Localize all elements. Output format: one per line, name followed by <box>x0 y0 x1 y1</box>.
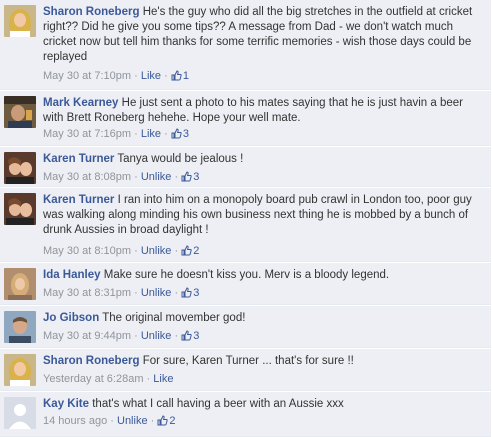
like-button[interactable]: Like <box>141 70 161 82</box>
like-button[interactable]: Like <box>153 373 173 385</box>
thumbs-up-icon <box>181 171 193 183</box>
like-count[interactable]: 3 <box>171 128 189 140</box>
comment-item: Sharon Roneberg He's the guy who did all… <box>0 0 491 90</box>
comment-item: Karen Turner Tanya would be jealous ! May… <box>0 147 491 187</box>
avatar[interactable] <box>4 268 36 300</box>
avatar[interactable] <box>4 193 36 225</box>
comment-item: Jo Gibson The original movember god! May … <box>0 306 491 348</box>
comment-meta: May 30 at 7:10pm · Like · 1 <box>43 69 189 83</box>
comment-timestamp[interactable]: 14 hours ago <box>43 415 107 427</box>
comment-meta: May 30 at 8:31pm · Unlike · 3 <box>43 286 199 300</box>
separator-dot: · <box>131 330 141 342</box>
separator-dot: · <box>171 245 182 257</box>
unlike-button[interactable]: Unlike <box>117 415 148 427</box>
thumbs-up-icon <box>171 128 183 140</box>
comment-timestamp[interactable]: Yesterday at 6:28am <box>43 373 144 385</box>
separator-dot: · <box>131 245 141 257</box>
avatar[interactable] <box>4 397 36 429</box>
like-count[interactable]: 2 <box>157 415 175 427</box>
thumbs-up-icon <box>181 245 193 257</box>
comment-meta: May 30 at 8:08pm · Unlike · 3 <box>43 170 199 184</box>
comment-item: Karen Turner I ran into him on a monopol… <box>0 188 491 262</box>
comment-text: Tanya would be jealous ! <box>117 153 244 165</box>
comment-meta: May 30 at 7:16pm · Like · 3 <box>43 127 189 141</box>
comment-text: The original movember god! <box>102 312 246 324</box>
comment-timestamp[interactable]: May 30 at 8:08pm <box>43 171 131 183</box>
comment-text: For sure, Karen Turner ... that's for su… <box>142 355 354 367</box>
comment-timestamp[interactable]: May 30 at 8:31pm <box>43 287 131 299</box>
separator-dot: · <box>131 287 141 299</box>
like-count[interactable]: 3 <box>181 171 199 183</box>
comment-meta: May 30 at 8:10pm · Unlike · 2 <box>43 244 199 258</box>
comment-timestamp[interactable]: May 30 at 7:10pm <box>43 70 131 82</box>
comment-body: Karen Turner I ran into him on a monopol… <box>43 193 485 238</box>
unlike-button[interactable]: Unlike <box>141 171 172 183</box>
like-count-number: 3 <box>182 128 189 140</box>
unlike-button[interactable]: Unlike <box>141 330 172 342</box>
like-count[interactable]: 3 <box>181 287 199 299</box>
comment-meta: May 30 at 9:44pm · Unlike · 3 <box>43 329 199 343</box>
comment-timestamp[interactable]: May 30 at 7:16pm <box>43 128 131 140</box>
like-button[interactable]: Like <box>141 128 161 140</box>
comment-timestamp[interactable]: May 30 at 8:10pm <box>43 245 131 257</box>
unlike-button[interactable]: Unlike <box>141 245 172 257</box>
separator-dot: · <box>161 70 171 82</box>
comment-meta: 14 hours ago · Unlike · 2 <box>43 414 175 428</box>
comment-author-link[interactable]: Kay Kite <box>43 398 89 410</box>
comment-item: Sharon Roneberg For sure, Karen Turner .… <box>0 349 491 391</box>
separator-dot: · <box>131 128 141 140</box>
like-count[interactable]: 1 <box>171 70 189 82</box>
separator-dot: · <box>171 171 182 183</box>
separator-dot: · <box>171 287 182 299</box>
comment-author-link[interactable]: Ida Hanley <box>43 269 101 281</box>
like-count[interactable]: 3 <box>181 330 199 342</box>
comment-author-link[interactable]: Jo Gibson <box>43 312 99 324</box>
comment-list: Sharon Roneberg He's the guy who did all… <box>0 0 492 437</box>
like-count-number: 2 <box>193 245 200 257</box>
comment-body: Jo Gibson The original movember god! <box>43 311 485 326</box>
like-count-number: 2 <box>169 415 176 427</box>
separator-dot: · <box>107 415 117 427</box>
comment-item: Ida Hanley Make sure he doesn't kiss you… <box>0 263 491 305</box>
comment-author-link[interactable]: Mark Kearney <box>43 97 118 109</box>
separator-dot: · <box>143 373 154 385</box>
comment-item: Mark Kearney He just sent a photo to his… <box>0 91 491 146</box>
comment-body: Ida Hanley Make sure he doesn't kiss you… <box>43 268 485 283</box>
comment-item: Kay Kite that's what I call having a bee… <box>0 392 491 437</box>
avatar[interactable] <box>4 5 36 37</box>
comment-author-link[interactable]: Karen Turner <box>43 153 114 165</box>
thumbs-up-icon <box>157 415 169 427</box>
like-count-number: 3 <box>193 287 200 299</box>
comment-body: Karen Turner Tanya would be jealous ! <box>43 152 485 167</box>
comment-author-link[interactable]: Sharon Roneberg <box>43 355 139 367</box>
thumbs-up-icon <box>181 287 193 299</box>
comment-author-link[interactable]: Sharon Roneberg <box>43 6 139 18</box>
comment-body: Mark Kearney He just sent a photo to his… <box>43 96 485 126</box>
comment-text: Make sure he doesn't kiss you. Merv is a… <box>103 269 390 281</box>
comment-author-link[interactable]: Karen Turner <box>43 194 114 206</box>
unlike-button[interactable]: Unlike <box>141 287 172 299</box>
thumbs-up-icon <box>171 70 183 82</box>
comment-text: that's what I call having a beer with an… <box>92 398 344 410</box>
like-count-number: 3 <box>193 171 200 183</box>
avatar[interactable] <box>4 354 36 386</box>
separator-dot: · <box>171 330 182 342</box>
like-count[interactable]: 2 <box>181 245 199 257</box>
separator-dot: · <box>161 128 171 140</box>
separator-dot: · <box>131 70 141 82</box>
avatar[interactable] <box>4 152 36 184</box>
comment-meta: Yesterday at 6:28am · Like <box>43 372 173 386</box>
thumbs-up-icon <box>181 330 193 342</box>
separator-dot: · <box>147 415 158 427</box>
comment-body: Sharon Roneberg He's the guy who did all… <box>43 5 485 65</box>
comment-timestamp[interactable]: May 30 at 9:44pm <box>43 330 131 342</box>
separator-dot: · <box>131 171 141 183</box>
avatar[interactable] <box>4 311 36 343</box>
comment-body: Kay Kite that's what I call having a bee… <box>43 397 485 412</box>
comment-body: Sharon Roneberg For sure, Karen Turner .… <box>43 354 485 369</box>
like-count-number: 3 <box>193 330 200 342</box>
like-count-number: 1 <box>182 70 189 82</box>
avatar[interactable] <box>4 96 36 128</box>
